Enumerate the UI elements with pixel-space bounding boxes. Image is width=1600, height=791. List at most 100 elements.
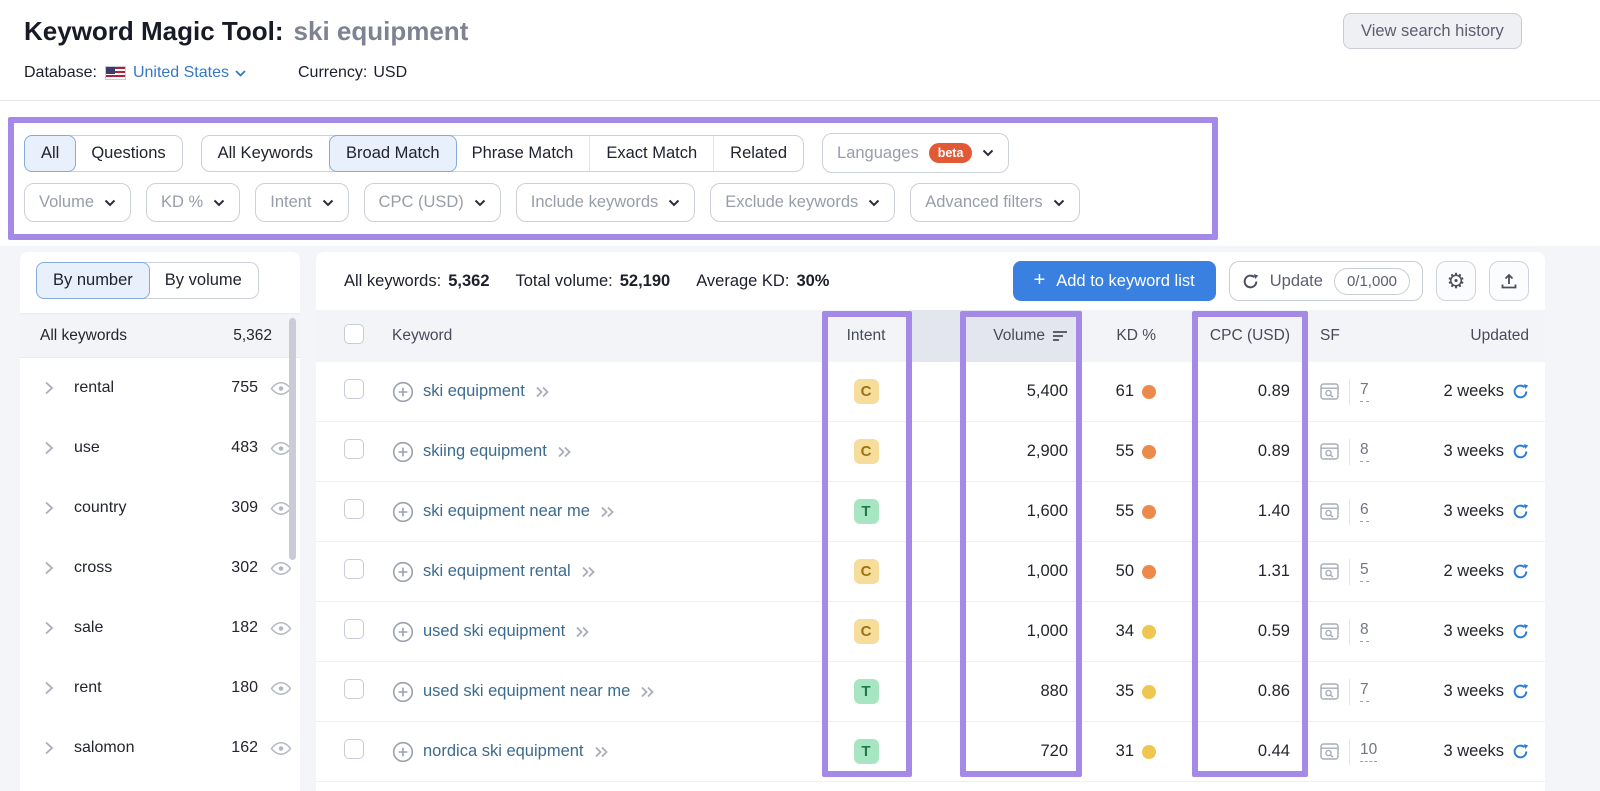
add-keyword-icon[interactable]: [392, 621, 414, 643]
all-keywords-row[interactable]: All keywords 5,362: [20, 313, 300, 358]
sf-count-link[interactable]: 8: [1360, 621, 1369, 642]
add-keyword-icon[interactable]: [392, 561, 414, 583]
chevron-right-icon[interactable]: [44, 501, 54, 515]
keyword-link[interactable]: ski equipment: [423, 382, 525, 401]
filter-dropdown[interactable]: Exclude keywords: [710, 183, 896, 222]
serp-features-icon[interactable]: [1320, 383, 1339, 400]
refresh-icon[interactable]: [1512, 623, 1529, 640]
filter-dropdown[interactable]: Advanced filters: [910, 183, 1080, 222]
chevron-right-icon[interactable]: [44, 741, 54, 755]
group-row[interactable]: use 483: [20, 418, 300, 478]
sf-count-link[interactable]: 10: [1360, 741, 1378, 762]
col-header-updated[interactable]: Updated: [1406, 327, 1545, 345]
serp-features-icon[interactable]: [1320, 683, 1339, 700]
filter-dropdown[interactable]: Volume: [24, 183, 132, 222]
scope-tab[interactable]: All: [24, 134, 77, 172]
group-row[interactable]: rent 180: [20, 658, 300, 718]
group-row[interactable]: country 309: [20, 478, 300, 538]
keyword-link[interactable]: used ski equipment near me: [423, 682, 630, 701]
refresh-icon[interactable]: [1512, 443, 1529, 460]
match-type-tab[interactable]: All Keywords: [202, 135, 331, 171]
double-chevron-icon[interactable]: [580, 566, 596, 578]
sf-count-link[interactable]: 6: [1360, 501, 1369, 522]
chevron-right-icon[interactable]: [44, 681, 54, 695]
refresh-icon[interactable]: [1512, 383, 1529, 400]
select-all-checkbox[interactable]: [344, 323, 364, 344]
add-keyword-icon[interactable]: [392, 441, 414, 463]
filter-dropdown[interactable]: CPC (USD): [363, 183, 501, 222]
col-header-volume[interactable]: Volume: [960, 310, 1082, 362]
match-type-tab[interactable]: Exact Match: [590, 135, 715, 171]
sidebar-scrollbar[interactable]: [289, 318, 296, 560]
refresh-icon[interactable]: [1512, 743, 1529, 760]
keyword-link[interactable]: ski equipment near me: [423, 502, 590, 521]
double-chevron-icon[interactable]: [639, 686, 655, 698]
eye-icon[interactable]: [270, 741, 292, 756]
match-type-tab[interactable]: Broad Match: [329, 134, 457, 172]
add-keyword-icon[interactable]: [392, 381, 414, 403]
group-row[interactable]: rental 755: [20, 358, 300, 418]
keyword-link[interactable]: skiing equipment: [423, 442, 547, 461]
row-checkbox[interactable]: [344, 619, 364, 639]
sf-count-link[interactable]: 7: [1360, 381, 1369, 402]
match-type-tab[interactable]: Phrase Match: [456, 135, 591, 171]
eye-icon[interactable]: [270, 681, 292, 696]
sf-count-link[interactable]: 5: [1360, 561, 1369, 582]
eye-icon[interactable]: [270, 621, 292, 636]
keyword-link[interactable]: ski equipment rental: [423, 562, 571, 581]
col-header-keyword[interactable]: Keyword: [384, 327, 822, 345]
serp-features-icon[interactable]: [1320, 623, 1339, 640]
view-search-history-button[interactable]: View search history: [1343, 13, 1522, 49]
serp-features-icon[interactable]: [1320, 563, 1339, 580]
col-header-intent[interactable]: Intent: [822, 327, 910, 345]
export-button[interactable]: [1489, 261, 1529, 301]
row-checkbox[interactable]: [344, 559, 364, 579]
chevron-right-icon[interactable]: [44, 381, 54, 395]
row-checkbox[interactable]: [344, 499, 364, 519]
filter-dropdown[interactable]: Include keywords: [515, 183, 696, 222]
add-to-keyword-list-button[interactable]: + Add to keyword list: [1012, 261, 1216, 301]
row-checkbox[interactable]: [344, 439, 364, 459]
keyword-link[interactable]: used ski equipment: [423, 622, 565, 641]
sidebar-sort-tab[interactable]: By number: [36, 262, 150, 299]
add-keyword-icon[interactable]: [392, 741, 414, 763]
double-chevron-icon[interactable]: [599, 506, 615, 518]
sf-count-link[interactable]: 8: [1360, 441, 1369, 462]
row-checkbox[interactable]: [344, 739, 364, 759]
sidebar-sort-tab[interactable]: By volume: [149, 263, 258, 298]
add-keyword-icon[interactable]: [392, 501, 414, 523]
row-checkbox[interactable]: [344, 379, 364, 399]
scope-tab[interactable]: Questions: [75, 136, 181, 171]
eye-icon[interactable]: [270, 561, 292, 576]
double-chevron-icon[interactable]: [534, 386, 550, 398]
double-chevron-icon[interactable]: [556, 446, 572, 458]
row-checkbox[interactable]: [344, 679, 364, 699]
database-select[interactable]: United States: [133, 64, 246, 82]
refresh-icon[interactable]: [1512, 563, 1529, 580]
languages-dropdown[interactable]: Languages beta: [822, 133, 1010, 173]
refresh-icon[interactable]: [1512, 683, 1529, 700]
update-button[interactable]: Update 0/1,000: [1228, 261, 1423, 301]
sf-count-link[interactable]: 7: [1360, 681, 1369, 702]
col-header-cpc[interactable]: CPC (USD): [1172, 327, 1306, 345]
filter-dropdown[interactable]: KD %: [146, 183, 241, 222]
keyword-link[interactable]: nordica ski equipment: [423, 742, 584, 761]
group-row[interactable]: cross 302: [20, 538, 300, 598]
settings-button[interactable]: ⚙: [1436, 261, 1476, 301]
serp-features-icon[interactable]: [1320, 503, 1339, 520]
col-header-sf[interactable]: SF: [1306, 327, 1406, 345]
match-type-tab[interactable]: Related: [714, 136, 803, 171]
chevron-right-icon[interactable]: [44, 441, 54, 455]
col-header-kd[interactable]: KD %: [1082, 327, 1172, 345]
chevron-right-icon[interactable]: [44, 621, 54, 635]
serp-features-icon[interactable]: [1320, 743, 1339, 760]
group-row[interactable]: salomon 162: [20, 718, 300, 778]
group-row[interactable]: sale 182: [20, 598, 300, 658]
refresh-icon[interactable]: [1512, 503, 1529, 520]
serp-features-icon[interactable]: [1320, 443, 1339, 460]
double-chevron-icon[interactable]: [574, 626, 590, 638]
double-chevron-icon[interactable]: [593, 746, 609, 758]
filter-dropdown[interactable]: Intent: [255, 183, 349, 222]
chevron-right-icon[interactable]: [44, 561, 54, 575]
add-keyword-icon[interactable]: [392, 681, 414, 703]
